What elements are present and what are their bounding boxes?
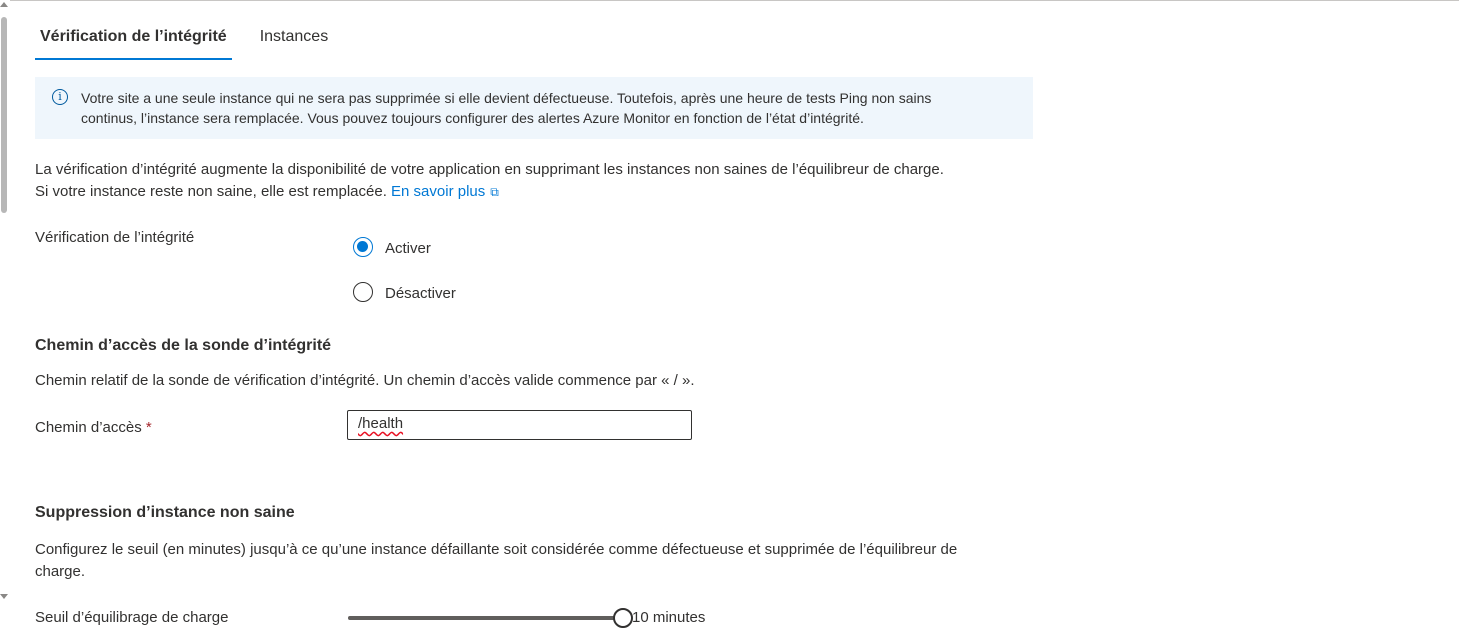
radio-disable-circle[interactable] — [353, 281, 373, 302]
learn-more-label: En savoir plus — [391, 183, 486, 200]
path-input-value: /health — [358, 415, 404, 432]
scroll-down-arrow-icon[interactable] — [0, 594, 8, 599]
health-check-label: Vérification de l’intégrité — [35, 229, 195, 246]
radio-disable[interactable]: Désactiver — [353, 281, 456, 302]
radio-enable-label: Activer — [385, 240, 431, 257]
description-line2: Si votre instance reste non saine, elle … — [35, 183, 387, 200]
tab-health-check[interactable]: Vérification de l’intégrité — [35, 20, 232, 60]
probe-path-title: Chemin d’accès de la sonde d’intégrité — [35, 337, 332, 354]
scroll-up-arrow-icon[interactable] — [0, 2, 8, 7]
info-icon: i — [52, 89, 68, 105]
radio-disable-label: Désactiver — [385, 285, 456, 302]
scrollbar-thumb[interactable] — [1, 17, 7, 213]
description-line1: La vérification d’intégrité augmente la … — [35, 161, 944, 178]
radio-enable[interactable]: Activer — [353, 236, 431, 257]
slider-thumb[interactable] — [613, 608, 633, 628]
tab-bar: Vérification de l’intégrité Instances — [35, 20, 356, 60]
unhealthy-removal-title: Suppression d’instance non saine — [35, 504, 295, 521]
slider-fill — [348, 616, 623, 620]
threshold-slider-label: Seuil d’équilibrage de charge — [35, 609, 229, 626]
path-label-text: Chemin d’accès — [35, 419, 142, 436]
top-divider — [10, 0, 1459, 1]
radio-enable-circle[interactable] — [353, 236, 373, 257]
learn-more-link[interactable]: En savoir plus ⧉ — [391, 183, 499, 200]
required-marker: * — [145, 419, 152, 436]
info-banner: i Votre site a une seule instance qui ne… — [35, 77, 1033, 139]
info-text-line2: continus, l’instance sera remplacée. Vou… — [81, 110, 864, 126]
unhealthy-removal-desc-line2: charge. — [35, 563, 86, 580]
probe-path-description: Chemin relatif de la sonde de vérificati… — [35, 372, 695, 389]
tab-instances[interactable]: Instances — [255, 20, 333, 60]
slider-value-text: 10 minutes — [632, 609, 706, 626]
path-field-label: Chemin d’accès * — [35, 419, 152, 436]
vertical-scrollbar[interactable] — [0, 0, 8, 600]
path-input[interactable]: /health — [347, 410, 692, 440]
threshold-slider[interactable] — [348, 608, 633, 628]
unhealthy-removal-description: Configurez le seuil (en minutes) jusqu’à… — [35, 539, 1035, 583]
external-link-icon: ⧉ — [490, 185, 499, 199]
health-check-description: La vérification d’intégrité augmente la … — [35, 159, 1035, 203]
unhealthy-removal-desc-line1: Configurez le seuil (en minutes) jusqu’à… — [35, 541, 958, 558]
info-text-line1: Votre site a une seule instance qui ne s… — [81, 90, 932, 106]
